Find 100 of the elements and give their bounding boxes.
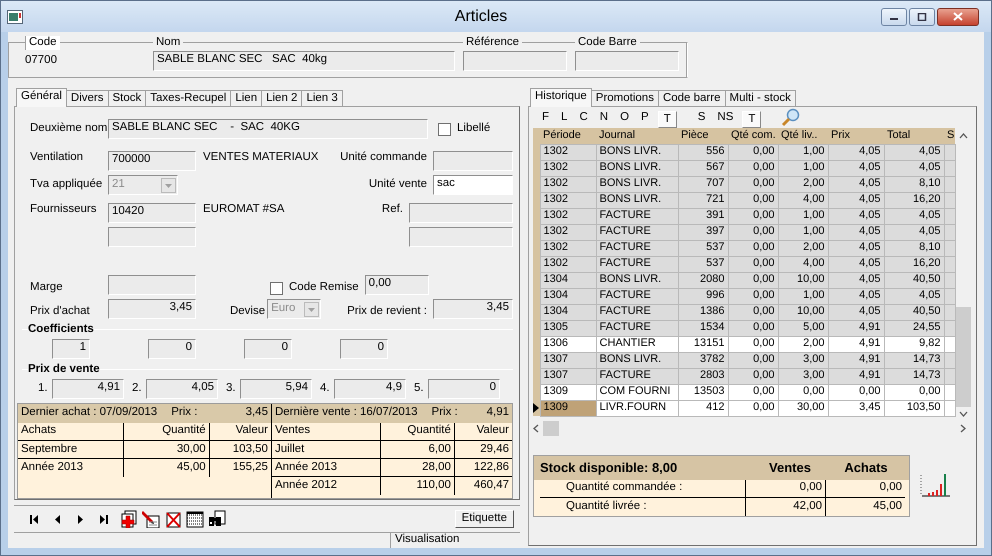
input-field[interactable]: 4,9 bbox=[334, 378, 406, 399]
etiquette-button[interactable]: Etiquette bbox=[454, 510, 514, 528]
scrollbar-thumb[interactable] bbox=[543, 421, 559, 436]
scroll-up-icon[interactable] bbox=[958, 133, 968, 139]
filter-button[interactable]: L bbox=[558, 111, 570, 128]
edit-record-icon[interactable] bbox=[142, 510, 160, 528]
filter-button[interactable]: NS bbox=[714, 111, 736, 128]
table-cell: BONS LIVR. bbox=[596, 352, 678, 368]
input-field[interactable] bbox=[463, 50, 567, 71]
table-row[interactable]: 1302 BONS LIVR. 721 0,00 4,00 4,05 16,20 bbox=[533, 192, 955, 208]
column-header[interactable]: Journal bbox=[596, 128, 678, 144]
table-cell: 1309 bbox=[540, 400, 596, 416]
table-cell: Année 2012 bbox=[272, 476, 381, 495]
filter-button[interactable]: C bbox=[576, 111, 591, 128]
maximize-icon[interactable] bbox=[917, 12, 927, 20]
input-field[interactable]: 3,45 bbox=[108, 299, 196, 319]
maximize-button[interactable] bbox=[909, 8, 935, 26]
column-header[interactable]: Pièce bbox=[678, 128, 728, 144]
input-field[interactable]: 0 bbox=[244, 338, 292, 359]
input-field[interactable]: 700000 bbox=[108, 151, 196, 171]
tab[interactable]: Multi - stock bbox=[724, 90, 796, 106]
column-header[interactable]: Période bbox=[540, 128, 596, 144]
tab[interactable]: Lien 3 bbox=[301, 90, 343, 106]
input-field[interactable]: 1 bbox=[52, 338, 90, 359]
checkbox[interactable] bbox=[438, 122, 451, 136]
table-row[interactable]: 1302 BONS LIVR. 556 0,00 1,00 4,05 4,05 bbox=[533, 144, 955, 160]
table-cell: 1386 bbox=[678, 304, 728, 320]
filter-button[interactable]: P bbox=[638, 111, 652, 128]
add-record-icon[interactable] bbox=[120, 510, 138, 528]
tab[interactable]: Historique bbox=[530, 88, 592, 107]
filter-button[interactable]: S bbox=[694, 111, 708, 128]
input-field[interactable] bbox=[409, 203, 513, 223]
table-row[interactable]: 1302 FACTURE 537 0,00 4,00 4,05 16,20 bbox=[533, 256, 955, 272]
table-row[interactable]: 1307 FACTURE 2803 0,00 3,00 4,91 14,73 bbox=[533, 368, 955, 384]
input-field[interactable]: 0 bbox=[148, 338, 196, 359]
input-field[interactable]: 4,05 bbox=[146, 378, 218, 399]
table-row[interactable]: 1309 LIVR.FOURN 412 0,00 30,00 3,45 103,50 bbox=[533, 400, 955, 416]
input-field[interactable]: 0 bbox=[428, 378, 500, 399]
close-button[interactable] bbox=[937, 8, 979, 26]
table-row[interactable]: 1307 BONS LIVR. 3782 0,00 3,00 4,91 14,73 bbox=[533, 352, 955, 368]
input-field[interactable]: sac bbox=[433, 175, 513, 195]
filter-button[interactable]: T bbox=[742, 111, 762, 128]
input-field[interactable]: SABLE BLANC SEC SAC 40kg bbox=[153, 50, 455, 71]
table-row[interactable]: 1305 FACTURE 1534 0,00 5,00 4,91 24,55 bbox=[533, 320, 955, 336]
scroll-left-icon[interactable] bbox=[533, 424, 539, 433]
table-row[interactable]: 1302 BONS LIVR. 567 0,00 1,00 4,05 4,05 bbox=[533, 160, 955, 176]
scroll-right-icon[interactable] bbox=[960, 424, 966, 433]
table-row[interactable]: 1304 FACTURE 996 0,00 1,00 4,05 4,05 bbox=[533, 288, 955, 304]
table-row[interactable]: 1302 BONS LIVR. 707 0,00 2,00 4,05 8,10 bbox=[533, 176, 955, 192]
table-cell: 1,00 bbox=[778, 208, 828, 224]
table-cell: 0,00 bbox=[828, 384, 884, 400]
table-cell: 4,05 bbox=[828, 272, 884, 288]
scroll-down-icon[interactable] bbox=[958, 410, 968, 416]
field-label: Unité vente bbox=[368, 178, 427, 192]
input-field[interactable]: 0 bbox=[340, 338, 388, 359]
table-row[interactable]: 1309 COM FOURNI 13503 0,00 0,00 0,00 0,00 bbox=[533, 384, 955, 400]
input-field[interactable]: 5,94 bbox=[240, 378, 312, 399]
filter-button[interactable]: O bbox=[617, 111, 632, 128]
search-icon[interactable] bbox=[781, 108, 802, 128]
first-record-icon[interactable] bbox=[28, 512, 41, 526]
input-field[interactable]: 3,45 bbox=[433, 299, 513, 319]
table-cell: 30,00 bbox=[124, 440, 210, 459]
input-field[interactable] bbox=[108, 227, 196, 247]
column-header[interactable]: Qté com. bbox=[728, 128, 778, 144]
delete-record-icon[interactable] bbox=[164, 510, 182, 528]
filter-button[interactable]: N bbox=[596, 111, 612, 128]
table-row[interactable]: 1304 BONS LIVR. 2080 0,00 10,00 4,05 40,50 bbox=[533, 272, 955, 288]
checkbox[interactable] bbox=[270, 282, 283, 295]
input-field[interactable] bbox=[433, 151, 513, 171]
column-header[interactable]: S bbox=[944, 128, 955, 144]
input-field[interactable]: SABLE BLANC SEC - SAC 40KG bbox=[108, 119, 428, 139]
input-field[interactable] bbox=[409, 227, 513, 247]
input-field[interactable] bbox=[108, 275, 196, 295]
table-cell: FACTURE bbox=[596, 240, 678, 256]
table-cell: 9,82 bbox=[884, 336, 944, 352]
tab[interactable]: Général bbox=[16, 88, 67, 107]
summary-caption: Dernière vente : 16/07/2013 bbox=[274, 406, 418, 420]
table-row[interactable]: 1302 FACTURE 397 0,00 1,00 4,05 4,05 bbox=[533, 224, 955, 240]
table-cell: 0,00 bbox=[728, 176, 778, 192]
table-cell: 1307 bbox=[540, 352, 596, 368]
column-header[interactable]: Prix bbox=[828, 128, 884, 144]
minimize-button[interactable] bbox=[881, 8, 907, 26]
column-header[interactable]: Total bbox=[884, 128, 944, 144]
input-field[interactable]: 0,00 bbox=[364, 275, 429, 295]
column-header[interactable]: Qté liv.. bbox=[778, 128, 828, 144]
table-icon[interactable] bbox=[186, 510, 204, 528]
table-row[interactable]: 1306 CHANTIER 13151 0,00 2,00 4,91 9,82 bbox=[533, 336, 955, 352]
table-row[interactable]: 1302 FACTURE 391 0,00 1,00 4,05 4,05 bbox=[533, 208, 955, 224]
table-cell: 412 bbox=[678, 400, 728, 416]
input-field[interactable] bbox=[575, 50, 679, 71]
table-row[interactable]: 1304 FACTURE 1386 0,00 10,00 4,05 40,50 bbox=[533, 304, 955, 320]
input-field[interactable]: 4,91 bbox=[52, 378, 124, 399]
last-record-icon[interactable] bbox=[97, 512, 110, 526]
close-icon[interactable] bbox=[953, 12, 963, 21]
filter-button[interactable]: T bbox=[658, 111, 677, 128]
scrollbar-thumb[interactable] bbox=[956, 306, 970, 406]
filter-button[interactable]: F bbox=[539, 111, 552, 128]
tab[interactable]: Taxes-Recupel bbox=[145, 90, 232, 106]
table-row[interactable]: 1302 FACTURE 537 0,00 2,00 4,05 8,10 bbox=[533, 240, 955, 256]
input-field[interactable]: 10420 bbox=[108, 203, 196, 223]
